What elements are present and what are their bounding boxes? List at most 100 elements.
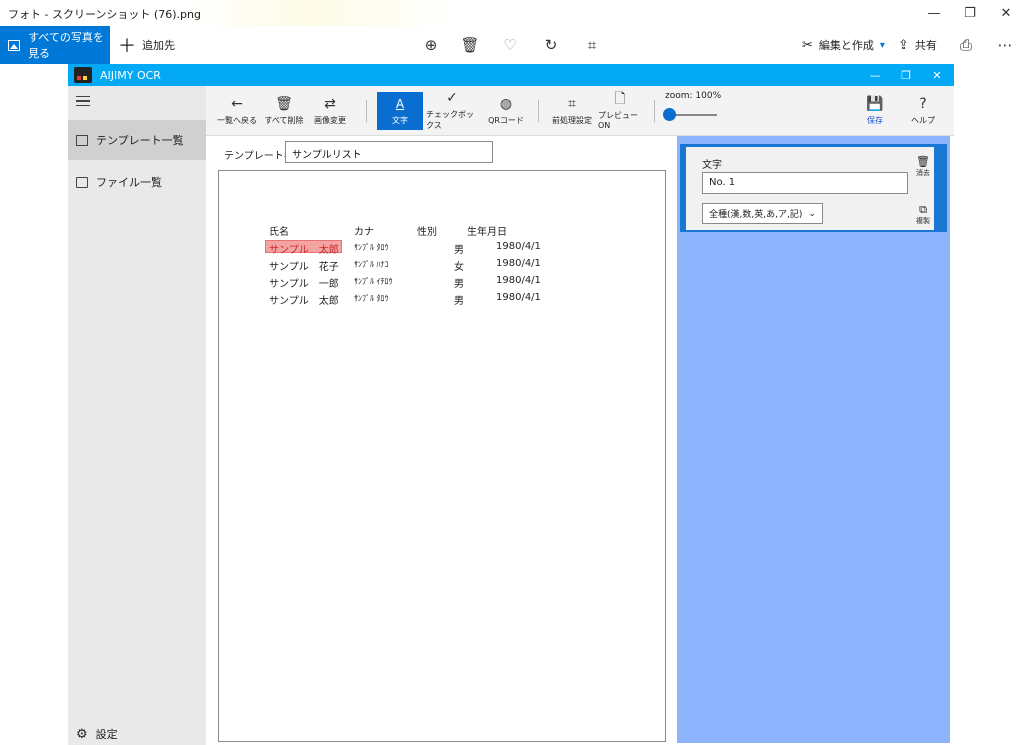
cell-name: サンプル 花子 [269,262,339,273]
rotate-icon[interactable]: ↻ [540,34,562,56]
document-canvas[interactable]: 氏名 カナ 性別 生年月日 サンプル 太郎 ｻﾝﾌﾟﾙ ﾀﾛｳ 男 1980/4… [218,170,666,742]
image-icon [8,39,21,51]
restore-button[interactable]: ❐ [952,0,988,26]
share-label: 共有 [914,39,937,52]
field-card[interactable]: 文字 No. 1 全種(漢,数,英,あ,ア,記) ⌄ 🗑 消去 ⧉ 複製 [680,144,947,232]
text-tool-label: 文字 [392,115,408,125]
window-title: フォト - スクリーンショット (76).png [8,8,201,21]
settings-label: 設定 [95,728,118,741]
charset-value: 全種(漢,数,英,あ,ア,記) [709,210,803,220]
settings-button[interactable]: ⚙ 設定 [76,726,118,742]
edit-icon [76,134,88,146]
share-icon: ⇪ [898,37,909,53]
delete-all-button[interactable]: 🗑 すべて削除 [264,92,304,130]
preview-button[interactable]: 🗋 プレビューON [598,92,642,130]
header-gender: 性別 [417,227,437,238]
cell-birthdate: 1980/4/1 [496,241,541,252]
ocr-restore-button[interactable]: ❐ [891,64,921,86]
edit-create-button[interactable]: ✂ 編集と作成 ▾ [802,26,885,64]
edit-create-label: 編集と作成 [818,39,874,52]
field-value-input[interactable]: No. 1 [702,172,908,194]
qrcode-icon: ◍ [499,95,513,112]
cell-name: サンプル 一郎 [269,279,339,290]
zoom-slider[interactable] [663,108,717,121]
back-button[interactable]: ← 一覧へ戻る [216,92,258,130]
text-icon: A [395,96,405,111]
save-icon: 💾 [866,95,884,112]
ocr-toolbar: ← 一覧へ戻る 🗑 すべて削除 ⇄ 画像変更 A 文字 ✓ チェックボックス ◍… [206,86,954,136]
edit-tools-icon: ✂ [802,37,813,53]
trash-icon: 🗑 [275,95,293,112]
qrcode-tool-button[interactable]: ◍ QRコード [486,92,526,130]
ocr-close-button[interactable]: ✕ [922,64,952,86]
page-icon: 🗋 [614,91,626,107]
help-label: ヘルプ [911,115,935,125]
checkmark-icon: ✓ [446,90,458,106]
checkbox-tool-label: チェックボックス [426,110,474,130]
all-photos-button[interactable]: すべての写真を見る [0,26,110,64]
favorite-icon[interactable]: ♡ [499,34,521,56]
cell-kana: ｻﾝﾌﾟﾙ ﾀﾛｳ [354,294,389,303]
preprocess-button[interactable]: ⌗ 前処理設定 [550,92,594,130]
template-name-input[interactable]: サンプルリスト [285,141,493,163]
delete-icon[interactable]: 🗑 [459,34,481,56]
delete-field-label: 消去 [916,169,930,177]
checkbox-tool-button[interactable]: ✓ チェックボックス [426,90,478,130]
print-icon[interactable]: ⎙ [955,34,977,56]
field-type-label: 文字 [702,160,722,171]
sidebar-item-label: テンプレート一覧 [96,134,184,147]
file-icon [76,176,88,188]
cell-birthdate: 1980/4/1 [496,275,541,286]
hamburger-icon[interactable] [76,96,90,106]
crop-icon[interactable]: ⌗ [581,34,603,56]
field-card-body: 文字 No. 1 全種(漢,数,英,あ,ア,記) ⌄ 🗑 消去 ⧉ 複製 [686,147,934,230]
crop-icon: ⌗ [568,95,576,112]
zoom-label: zoom: 100% [665,91,722,101]
swap-icon: ⇄ [324,95,336,112]
toolbar-divider [538,100,539,122]
header-kana: カナ [354,227,374,238]
duplicate-field-button[interactable]: ⧉ 複製 [913,204,933,226]
preprocess-label: 前処理設定 [552,115,592,125]
toolbar-divider [366,100,367,122]
more-icon[interactable]: ⋯ [994,34,1016,56]
add-to-label: 追加先 [142,39,175,52]
cell-name: サンプル 太郎 [269,296,339,307]
add-to-button[interactable]: ＋ 追加先 [118,26,175,64]
chevron-down-icon: ⌄ [808,208,816,219]
cell-kana: ｻﾝﾌﾟﾙ ｲﾁﾛｳ [354,277,393,286]
ocr-window: AIJIMY OCR — ❐ ✕ テンプレート一覧 ファイル一覧 ⚙ 設定 ← … [68,64,954,745]
share-button[interactable]: ⇪ 共有 [898,26,937,64]
header-birthdate: 生年月日 [467,227,507,238]
cell-name: サンプル 太郎 [269,245,339,256]
sidebar-item-files[interactable]: ファイル一覧 [68,162,206,202]
plus-icon: ＋ [118,36,136,57]
chevron-down-icon: ▾ [879,39,885,51]
save-button[interactable]: 💾 保存 [862,92,888,130]
change-image-button[interactable]: ⇄ 画像変更 [310,92,350,130]
gear-icon: ⚙ [76,726,88,742]
delete-field-button[interactable]: 🗑 消去 [913,156,933,178]
minimize-button[interactable]: — [916,0,952,26]
photos-titlebar: フォト - スクリーンショット (76).png — ❐ ✕ [0,0,1024,26]
cell-birthdate: 1980/4/1 [496,258,541,269]
delete-all-label: すべて削除 [264,115,304,125]
help-icon: ? [919,95,927,112]
cell-birthdate: 1980/4/1 [496,292,541,303]
help-button[interactable]: ? ヘルプ [910,92,936,130]
save-label: 保存 [867,115,883,125]
duplicate-field-label: 複製 [916,217,930,225]
text-tool-button[interactable]: A 文字 [377,92,423,130]
cell-gender: 男 [454,245,464,256]
back-label: 一覧へ戻る [217,115,257,125]
arrow-left-icon: ← [231,95,243,112]
zoom-slider-thumb[interactable] [663,108,676,121]
cell-gender: 男 [454,296,464,307]
photos-toolbar: すべての写真を見る ＋ 追加先 ⊕ 🗑 ♡ ↻ ⌗ ✂ 編集と作成 ▾ ⇪ 共有… [0,26,1024,64]
close-button[interactable]: ✕ [988,0,1024,26]
zoom-in-icon[interactable]: ⊕ [420,34,442,56]
sidebar-item-templates[interactable]: テンプレート一覧 [68,120,206,160]
charset-select[interactable]: 全種(漢,数,英,あ,ア,記) ⌄ [702,203,823,224]
ocr-minimize-button[interactable]: — [860,64,890,86]
cell-kana: ｻﾝﾌﾟﾙ ﾀﾛｳ [354,243,389,252]
